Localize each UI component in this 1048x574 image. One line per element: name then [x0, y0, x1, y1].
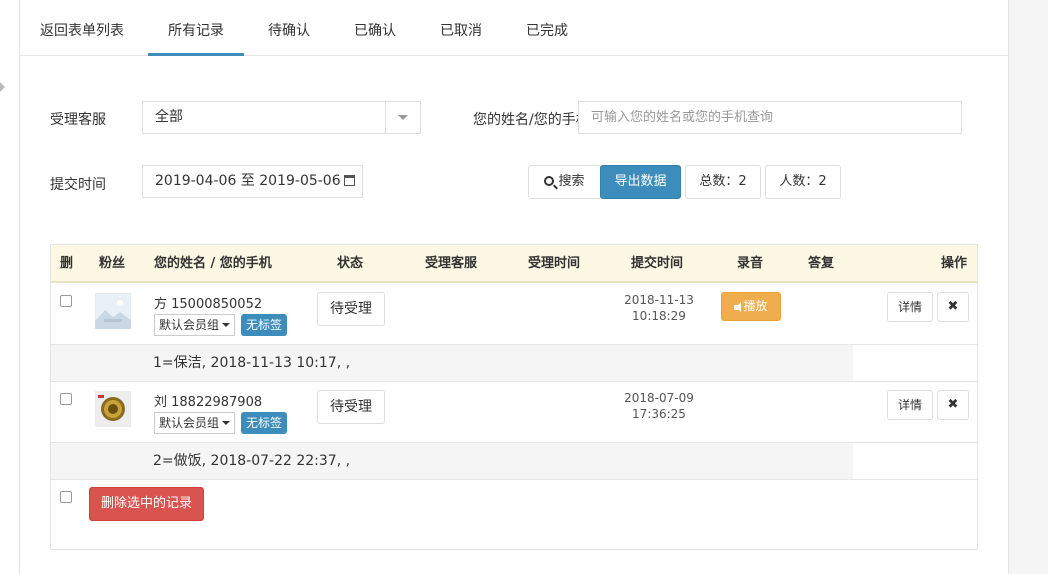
delete-row-button[interactable]: ✖ — [937, 292, 969, 322]
row-checkbox[interactable] — [60, 393, 72, 405]
name-phone-search-input[interactable] — [578, 101, 962, 134]
right-pane — [1008, 0, 1048, 574]
answer-row: 1=保洁, 2018-11-13 10:17, , — [51, 345, 853, 381]
col-accept-time: 受理时间 — [528, 256, 581, 271]
calendar-icon — [343, 175, 355, 186]
status-button[interactable]: 待受理 — [317, 292, 385, 326]
date-filter-label: 提交时间 — [50, 177, 106, 193]
col-actions: 操作 — [941, 256, 968, 271]
tab-completed[interactable]: 已完成 — [526, 0, 568, 56]
close-icon: ✖ — [947, 397, 959, 412]
row-checkbox[interactable] — [60, 295, 72, 307]
delete-selected-button[interactable]: 删除选中的记录 — [89, 487, 205, 521]
agent-filter-label: 受理客服 — [50, 112, 106, 128]
avatar — [95, 391, 131, 427]
answer-text: 2=做饭, 2018-07-22 22:37, , — [153, 453, 351, 469]
play-label: 播放 — [743, 299, 768, 313]
member-group-label: 默认会员组 — [159, 318, 220, 332]
left-gutter — [0, 0, 20, 574]
table-row: 刘 18822987908 默认会员组 无标签 待受理 2018-07-09 17… — [51, 382, 977, 442]
delete-row-button[interactable]: ✖ — [937, 390, 969, 420]
member-group-dropdown[interactable]: 默认会员组 — [154, 314, 236, 336]
date-range-input[interactable]: 2019-04-06 至 2019-05-06 — [142, 165, 363, 198]
table-row: 方 15000850052 默认会员组 无标签 待受理 2018-11-13 10… — [51, 284, 977, 344]
row-name-phone: 方 15000850052 — [154, 297, 263, 312]
tab-bar: 返回表单列表 所有记录 待确认 已确认 已取消 已完成 — [20, 0, 1008, 56]
col-fan: 粉丝 — [99, 256, 126, 271]
select-all-checkbox[interactable] — [60, 491, 72, 503]
detail-button[interactable]: 详情 — [887, 390, 933, 420]
date-range-text: 2019-04-06 至 2019-05-06 — [155, 173, 341, 189]
submit-time: 2018-07-09 17:36:25 — [619, 390, 699, 422]
tab-cancelled[interactable]: 已取消 — [440, 0, 482, 56]
member-group-label: 默认会员组 — [159, 416, 220, 430]
total-count-badge: 总数：2 — [685, 165, 761, 199]
avatar-medal-icon — [95, 391, 131, 427]
volume-icon — [734, 302, 742, 312]
row-divider — [51, 479, 977, 480]
status-button[interactable]: 待受理 — [317, 390, 385, 424]
date-range-value: 2019-04-06 至 2019-05-06 — [155, 166, 355, 197]
expand-arrow-icon[interactable] — [0, 82, 5, 92]
member-group-dropdown[interactable]: 默认会员组 — [154, 412, 236, 434]
row-name-phone: 刘 18822987908 — [154, 395, 263, 410]
tab-confirmed[interactable]: 已确认 — [354, 0, 396, 56]
detail-button[interactable]: 详情 — [887, 292, 933, 322]
avatar — [94, 292, 132, 330]
image-placeholder-icon — [94, 292, 132, 330]
col-delete: 删 — [60, 256, 74, 271]
search-button[interactable]: 搜索 — [528, 165, 601, 199]
col-agent: 受理客服 — [425, 256, 478, 271]
chevron-down-icon — [398, 115, 408, 120]
col-answer: 答复 — [808, 256, 835, 271]
people-count-badge: 人数：2 — [765, 165, 841, 199]
play-recording-button[interactable]: 播放 — [721, 292, 781, 321]
tab-all-records[interactable]: 所有记录 — [148, 0, 244, 56]
export-data-button[interactable]: 导出数据 — [600, 165, 681, 199]
tag-button[interactable]: 无标签 — [241, 314, 288, 336]
submit-time: 2018-11-13 10:18:29 — [619, 292, 699, 324]
select-divider — [385, 102, 386, 133]
submit-clock: 17:36:25 — [632, 407, 686, 421]
records-table: 删 粉丝 您的姓名 / 您的手机 状态 受理客服 受理时间 提交时间 录音 答复… — [50, 244, 978, 550]
caret-down-icon — [222, 323, 231, 327]
close-icon: ✖ — [947, 299, 959, 314]
name-phone-label: 您的姓名/您的手机 — [473, 112, 590, 128]
col-name-phone: 您的姓名 / 您的手机 — [154, 256, 272, 271]
submit-date: 2018-07-09 — [624, 391, 694, 405]
search-button-label: 搜索 — [558, 174, 585, 189]
submit-date: 2018-11-13 — [624, 293, 694, 307]
col-status: 状态 — [337, 256, 364, 271]
answer-text: 1=保洁, 2018-11-13 10:17, , — [153, 355, 351, 371]
caret-down-icon — [222, 421, 231, 425]
col-submit-time: 提交时间 — [631, 256, 684, 271]
tab-back-to-form-list[interactable]: 返回表单列表 — [40, 0, 124, 56]
tab-pending[interactable]: 待确认 — [268, 0, 310, 56]
tag-button[interactable]: 无标签 — [241, 412, 288, 434]
main-content: 返回表单列表 所有记录 待确认 已确认 已取消 已完成 受理客服 全部 您的姓名… — [20, 0, 1008, 574]
table-header: 删 粉丝 您的姓名 / 您的手机 状态 受理客服 受理时间 提交时间 录音 答复… — [51, 245, 977, 283]
col-recording: 录音 — [737, 256, 764, 271]
answer-row: 2=做饭, 2018-07-22 22:37, , — [51, 443, 853, 479]
search-icon — [544, 176, 555, 186]
submit-clock: 10:18:29 — [632, 309, 686, 323]
agent-select-value: 全部 — [155, 109, 183, 125]
agent-select[interactable]: 全部 — [142, 101, 421, 134]
